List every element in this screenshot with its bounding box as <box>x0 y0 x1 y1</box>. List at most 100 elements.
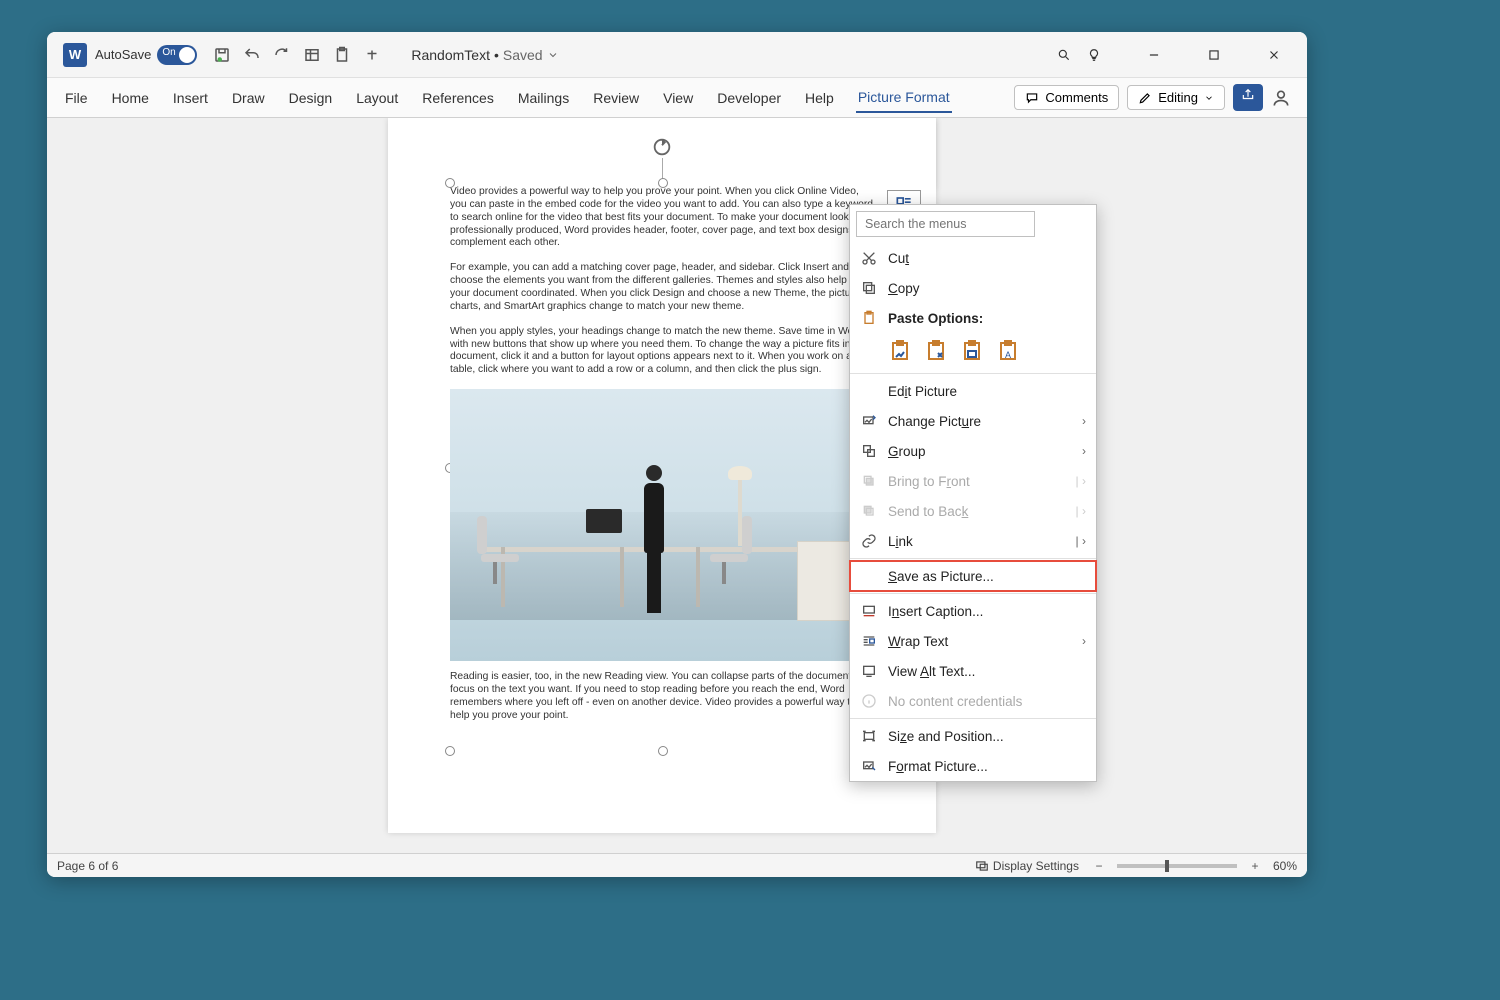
inserted-picture[interactable] <box>450 389 874 661</box>
selection-handle[interactable] <box>658 746 668 756</box>
tab-review[interactable]: Review <box>591 84 641 112</box>
menu-view-alt-text[interactable]: View Alt Text... <box>850 656 1096 686</box>
context-menu: Cut Copy Paste Options: A Edit Picture <box>849 204 1097 782</box>
rotation-handle[interactable] <box>651 136 673 158</box>
document-title[interactable]: RandomText • Saved <box>411 47 558 63</box>
display-settings-icon <box>975 859 989 873</box>
tab-view[interactable]: View <box>661 84 695 112</box>
paste-merge-icon[interactable] <box>924 339 948 363</box>
lightbulb-icon[interactable] <box>1079 40 1109 70</box>
group-icon <box>860 442 878 460</box>
app-window: W AutoSave On RandomText • Saved File Ho… <box>47 32 1307 877</box>
paste-icon <box>860 309 878 327</box>
search-icon[interactable] <box>1049 40 1079 70</box>
table-icon[interactable] <box>301 44 323 66</box>
doc-separator: • <box>494 47 499 63</box>
menu-bring-to-front: Bring to Front | › <box>850 466 1096 496</box>
ribbon-tabs: File Home Insert Draw Design Layout Refe… <box>47 78 1307 118</box>
document-area[interactable]: Style Crop Video provides a powerful way… <box>47 118 1307 853</box>
menu-insert-caption[interactable]: Insert Caption... <box>850 596 1096 626</box>
menu-label: Group <box>888 444 926 459</box>
menu-cut[interactable]: Cut <box>850 243 1096 273</box>
maximize-button[interactable] <box>1199 40 1229 70</box>
share-icon <box>1241 88 1255 102</box>
redo-icon[interactable] <box>271 44 293 66</box>
submenu-arrow-icon: › <box>1082 414 1086 428</box>
menu-label: Bring to Front <box>888 474 970 489</box>
info-icon <box>860 692 878 710</box>
paste-picture-icon[interactable] <box>960 339 984 363</box>
doc-status: Saved <box>503 47 543 63</box>
undo-icon[interactable] <box>241 44 263 66</box>
tab-references[interactable]: References <box>420 84 496 112</box>
tab-file[interactable]: File <box>63 84 90 112</box>
display-settings-label: Display Settings <box>993 859 1079 873</box>
menu-label: Insert Caption... <box>888 604 983 619</box>
submenu-arrow-icon: | › <box>1076 534 1086 548</box>
close-button[interactable] <box>1259 40 1289 70</box>
search-menus-input[interactable] <box>856 211 1035 237</box>
tab-mailings[interactable]: Mailings <box>516 84 571 112</box>
menu-paste-options-header: Paste Options: <box>850 303 1096 333</box>
selection-handle[interactable] <box>445 746 455 756</box>
menu-change-picture[interactable]: Change Picture › <box>850 406 1096 436</box>
minimize-button[interactable] <box>1139 40 1169 70</box>
page-info[interactable]: Page 6 of 6 <box>57 859 118 873</box>
menu-label: View Alt Text... <box>888 664 975 679</box>
zoom-percent[interactable]: 60% <box>1273 859 1297 873</box>
tab-design[interactable]: Design <box>287 84 335 112</box>
tab-insert[interactable]: Insert <box>171 84 210 112</box>
tab-help[interactable]: Help <box>803 84 836 112</box>
menu-label: Copy <box>888 281 920 296</box>
customize-qat-icon[interactable] <box>361 44 383 66</box>
autosave-toggle[interactable]: On <box>157 45 197 65</box>
selection-handle[interactable] <box>658 178 668 188</box>
tab-developer[interactable]: Developer <box>715 84 783 112</box>
zoom-in-button[interactable]: + <box>1247 859 1263 873</box>
submenu-arrow-icon: › <box>1082 634 1086 648</box>
paste-text-only-icon[interactable]: A <box>996 339 1020 363</box>
comments-button[interactable]: Comments <box>1014 85 1119 110</box>
paste-keep-source-icon[interactable] <box>888 339 912 363</box>
tab-home[interactable]: Home <box>110 84 151 112</box>
menu-label: Paste Options: <box>888 311 983 326</box>
menu-label: Size and Position... <box>888 729 1004 744</box>
paste-icon[interactable] <box>331 44 353 66</box>
cut-icon <box>860 249 878 267</box>
submenu-arrow-icon: | › <box>1076 474 1086 488</box>
menu-link[interactable]: Link | › <box>850 526 1096 556</box>
menu-label: Send to Back <box>888 504 968 519</box>
tab-picture-format[interactable]: Picture Format <box>856 83 952 113</box>
editing-label: Editing <box>1158 90 1198 105</box>
submenu-arrow-icon: › <box>1082 444 1086 458</box>
zoom-out-button[interactable]: − <box>1091 859 1107 873</box>
autosave-state: On <box>162 47 175 58</box>
menu-label: Link <box>888 534 913 549</box>
menu-group[interactable]: Group › <box>850 436 1096 466</box>
menu-format-picture[interactable]: Format Picture... <box>850 751 1096 781</box>
editing-mode-button[interactable]: Editing <box>1127 85 1225 110</box>
menu-wrap-text[interactable]: Wrap Text › <box>850 626 1096 656</box>
menu-label: Save as Picture... <box>888 569 994 584</box>
format-picture-icon <box>860 757 878 775</box>
save-icon[interactable] <box>211 44 233 66</box>
menu-size-and-position[interactable]: Size and Position... <box>850 721 1096 751</box>
share-button[interactable] <box>1233 84 1263 111</box>
selection-handle[interactable] <box>445 178 455 188</box>
menu-no-content-credentials: No content credentials <box>850 686 1096 716</box>
menu-edit-picture[interactable]: Edit Picture <box>850 376 1096 406</box>
zoom-slider[interactable] <box>1117 864 1237 868</box>
display-settings-button[interactable]: Display Settings <box>975 859 1079 873</box>
menu-save-as-picture[interactable]: Save as Picture... <box>850 561 1096 591</box>
autosave-label: AutoSave <box>95 47 151 62</box>
tab-layout[interactable]: Layout <box>354 84 400 112</box>
comments-label: Comments <box>1045 90 1108 105</box>
word-app-icon: W <box>63 43 87 67</box>
submenu-arrow-icon: | › <box>1076 504 1086 518</box>
menu-copy[interactable]: Copy <box>850 273 1096 303</box>
pencil-icon <box>1138 91 1152 105</box>
send-back-icon <box>860 502 878 520</box>
menu-label: Wrap Text <box>888 634 948 649</box>
tab-draw[interactable]: Draw <box>230 84 267 112</box>
collaborator-icon[interactable] <box>1271 88 1291 108</box>
